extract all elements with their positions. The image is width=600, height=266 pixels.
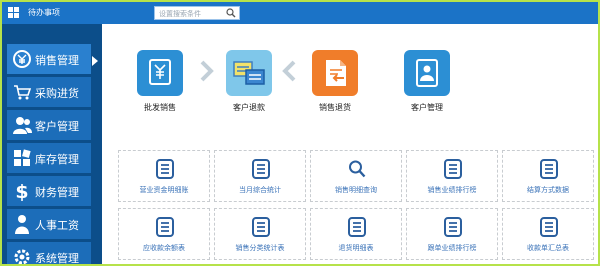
list-icon xyxy=(540,217,558,237)
flow-label: 客户管理 xyxy=(411,103,443,112)
list-icon xyxy=(156,217,174,237)
list-icon xyxy=(156,159,174,179)
search-box[interactable]: 设置搜索条件 xyxy=(154,6,240,20)
sidebar-item-label: 库存管理 xyxy=(35,153,79,166)
refund-tile[interactable] xyxy=(226,50,272,96)
list-icon xyxy=(252,217,270,237)
report-item-monthly-stats[interactable]: 当月综合统计 xyxy=(214,150,306,202)
report-label: 营业资金明细账 xyxy=(139,186,189,194)
report-label: 收款单汇总表 xyxy=(527,244,569,252)
cart-icon xyxy=(14,85,32,100)
chevron-left-icon xyxy=(282,60,296,82)
sidebar: 销售管理 采购进货 客户管理 库存管理 $ 财务管理 人事工资 系统管理 xyxy=(2,24,102,264)
todo-title[interactable]: 待办事项 xyxy=(28,7,60,18)
list-icon xyxy=(444,159,462,179)
yen-cycle-icon xyxy=(13,50,31,68)
sidebar-item-label: 客户管理 xyxy=(35,120,79,133)
list-icon xyxy=(252,159,270,179)
report-label: 退货明细表 xyxy=(338,244,374,252)
report-item-sales-ranking[interactable]: 销售业绩排行榜 xyxy=(406,150,498,202)
main-panel: 批发销售 客户退款 销售退货 客户管理 营业资金明细账 当月综合统计 销售明细查… xyxy=(102,24,598,264)
flow-label: 销售退货 xyxy=(319,103,351,112)
customer-mgmt-tile[interactable] xyxy=(404,50,450,96)
report-label: 销售明细查询 xyxy=(335,186,377,194)
app-frame: 待办事项 设置搜索条件 销售管理 采购进货 客户管理 库存管理 $ 财务管理 人… xyxy=(0,0,600,266)
chevron-right-icon xyxy=(200,60,214,82)
report-item-operating-funds[interactable]: 营业资金明细账 xyxy=(118,150,210,202)
sidebar-item-label: 销售管理 xyxy=(35,54,79,67)
report-label: 跟单业绩排行榜 xyxy=(427,244,477,252)
report-label: 结算方式数据 xyxy=(527,186,569,194)
dollar-icon: $ xyxy=(15,181,28,201)
sidebar-item-inventory[interactable]: 库存管理 xyxy=(7,143,91,173)
sidebar-item-finance[interactable]: $ 财务管理 xyxy=(7,176,91,206)
report-label: 销售分类统计表 xyxy=(235,244,285,252)
report-label: 销售业绩排行榜 xyxy=(427,186,477,194)
list-icon xyxy=(540,159,558,179)
report-item-sales-detail-query[interactable]: 销售明细查询 xyxy=(310,150,402,202)
flow-label: 批发销售 xyxy=(144,103,176,112)
gear-icon xyxy=(14,249,30,264)
search-icon xyxy=(349,160,366,178)
report-item-return-detail[interactable]: 退货明细表 xyxy=(310,208,402,260)
report-label: 应收款余额表 xyxy=(143,244,185,252)
wholesale-tile[interactable] xyxy=(137,50,183,96)
windows-logo-icon xyxy=(8,7,20,19)
sidebar-item-sales[interactable]: 销售管理 xyxy=(7,44,91,74)
sidebar-item-customers[interactable]: 客户管理 xyxy=(7,110,91,140)
search-placeholder[interactable]: 设置搜索条件 xyxy=(159,9,201,19)
sales-return-tile[interactable] xyxy=(312,50,358,96)
sidebar-item-label: 系统管理 xyxy=(35,252,79,265)
sidebar-item-label: 采购进货 xyxy=(35,87,79,100)
report-item-receipt-summary[interactable]: 收款单汇总表 xyxy=(502,208,594,260)
active-menu-arrow xyxy=(92,56,98,66)
sidebar-item-system[interactable]: 系统管理 xyxy=(7,242,91,265)
return-icon xyxy=(312,50,358,96)
users-icon xyxy=(13,117,32,134)
report-item-follow-up-ranking[interactable]: 跟单业绩排行榜 xyxy=(406,208,498,260)
svg-text:$: $ xyxy=(15,181,28,201)
yen-receipt-icon xyxy=(137,50,183,96)
sidebar-item-label: 财务管理 xyxy=(35,186,79,199)
sidebar-menu: 销售管理 采购进货 客户管理 库存管理 $ 财务管理 人事工资 系统管理 xyxy=(7,44,91,265)
flow-label: 客户退款 xyxy=(233,103,265,112)
report-label: 当月综合统计 xyxy=(239,186,281,194)
search-icon[interactable] xyxy=(226,8,236,18)
sidebar-item-hr[interactable]: 人事工资 xyxy=(7,209,91,239)
sidebar-item-purchase[interactable]: 采购进货 xyxy=(7,77,91,107)
contact-card-icon xyxy=(404,50,450,96)
list-icon xyxy=(444,217,462,237)
report-item-category-stats[interactable]: 销售分类统计表 xyxy=(214,208,306,260)
grid-icon xyxy=(14,149,31,166)
report-item-receivables[interactable]: 应收款余额表 xyxy=(118,208,210,260)
list-icon xyxy=(348,217,366,237)
refund-icon xyxy=(226,50,272,96)
top-bar: 待办事项 设置搜索条件 xyxy=(2,2,598,24)
report-item-settlement-data[interactable]: 结算方式数据 xyxy=(502,150,594,202)
person-icon xyxy=(15,215,29,234)
sidebar-item-label: 人事工资 xyxy=(35,219,79,232)
